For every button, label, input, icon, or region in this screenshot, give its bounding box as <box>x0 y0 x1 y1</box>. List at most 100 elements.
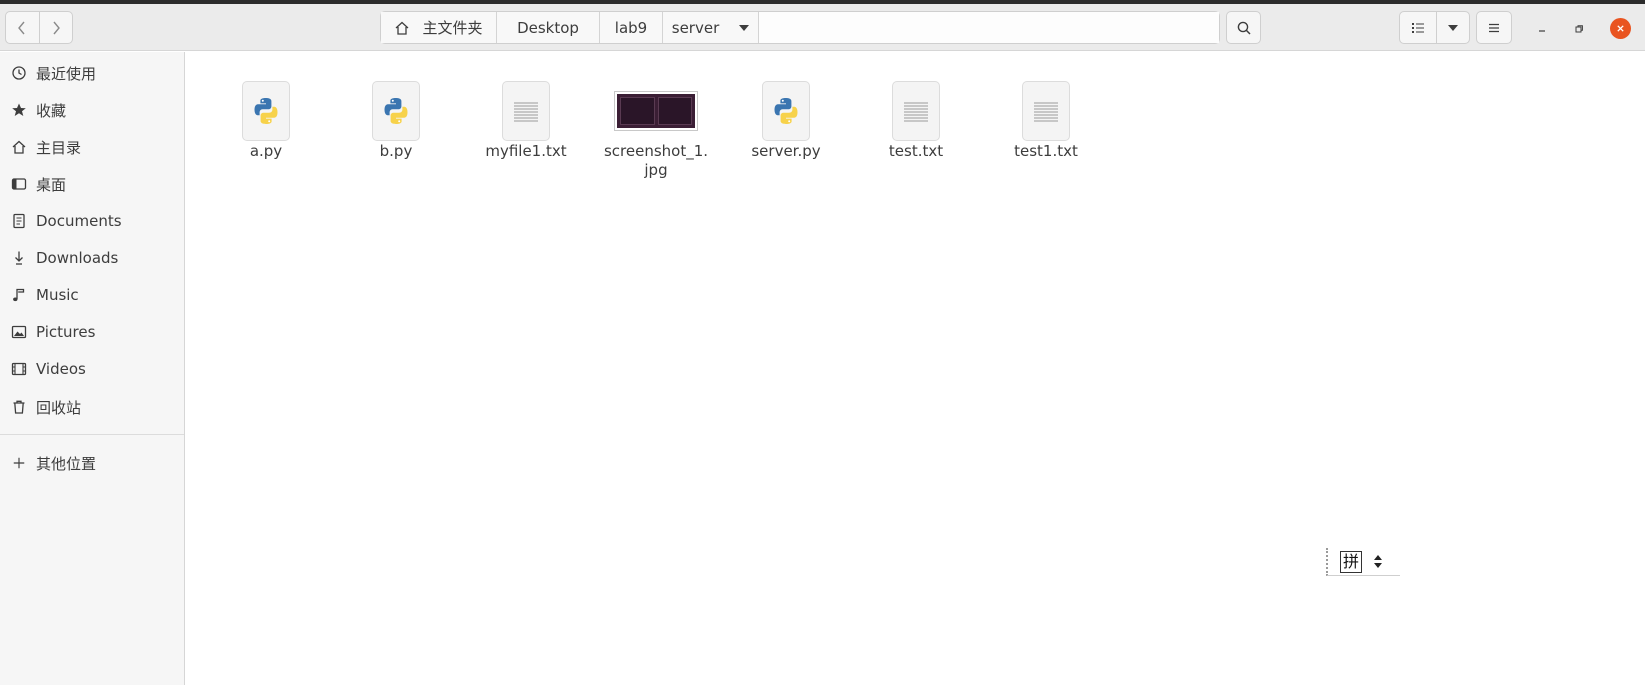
chevron-down-icon <box>1448 24 1458 31</box>
ime-mode-label: 拼 <box>1340 550 1363 573</box>
music-icon <box>10 286 28 304</box>
input-method-indicator[interactable]: 拼 <box>1326 548 1400 576</box>
sidebar-item-downloads[interactable]: Downloads <box>0 243 184 273</box>
sidebar-item-pictures[interactable]: Pictures <box>0 317 184 347</box>
preview-pane <box>620 97 655 125</box>
navigation-buttons <box>5 11 73 44</box>
sidebar-item-label: Pictures <box>36 323 96 341</box>
file-item[interactable]: a.py <box>211 82 321 161</box>
sidebar-item-label: 其他位置 <box>36 454 97 473</box>
close-icon <box>1617 25 1624 32</box>
breadcrumb-lab9[interactable]: lab9 <box>600 12 663 43</box>
python-file-icon <box>373 82 419 140</box>
breadcrumb-label: server <box>671 18 720 37</box>
file-name-line2: jpg <box>644 161 668 179</box>
file-name: myfile1.txt <box>485 142 567 160</box>
file-name: test1.txt <box>1014 142 1078 160</box>
chevron-right-icon <box>53 21 60 34</box>
recent-icon <box>10 64 28 82</box>
file-item[interactable]: server.py <box>731 82 841 161</box>
home-icon <box>10 138 28 156</box>
sidebar-item-label: 回收站 <box>36 398 82 417</box>
home-icon <box>396 21 409 35</box>
trash-icon <box>10 398 28 416</box>
file-name: screenshot_1. <box>603 142 709 160</box>
file-thumbnail <box>211 82 321 140</box>
chevron-left-icon <box>18 21 25 34</box>
view-options <box>1399 11 1470 44</box>
sidebar-item-videos[interactable]: Videos <box>0 354 184 384</box>
ime-switch-icon <box>1374 555 1383 568</box>
text-file-icon <box>1023 82 1069 140</box>
back-button[interactable] <box>6 12 39 43</box>
search-icon <box>1237 21 1251 35</box>
python-file-icon <box>763 82 809 140</box>
preview-pane <box>657 97 692 125</box>
breadcrumb-label: Desktop <box>517 18 579 37</box>
path-bar-empty <box>759 12 1219 43</box>
screenshot-preview <box>617 94 695 128</box>
sidebar-item-label: 收藏 <box>36 101 67 120</box>
forward-button[interactable] <box>38 12 73 43</box>
search-button[interactable] <box>1226 11 1261 44</box>
file-name: server.py <box>751 142 821 160</box>
maximize-button[interactable] <box>1568 18 1590 40</box>
sidebar-item-documents[interactable]: Documents <box>0 206 184 236</box>
file-item[interactable]: myfile1.txt <box>471 82 581 161</box>
file-item[interactable]: b.py <box>341 82 451 161</box>
minimize-icon <box>1539 30 1545 32</box>
file-manager-window: 主文件夹 Desktop lab9 server 最近使用 收藏 主目录 桌面 … <box>0 0 1645 685</box>
breadcrumb-label: lab9 <box>614 18 648 37</box>
file-item[interactable]: screenshot_1. jpg <box>601 82 711 180</box>
file-thumbnail <box>861 82 971 140</box>
file-thumbnail <box>471 82 581 140</box>
list-view-button[interactable] <box>1400 12 1436 43</box>
header-bar: 主文件夹 Desktop lab9 server <box>0 4 1645 51</box>
sidebar-item-label: 桌面 <box>36 175 67 194</box>
file-thumbnail <box>341 82 451 140</box>
sidebar-item-label: Downloads <box>36 249 119 267</box>
view-options-dropdown[interactable] <box>1436 12 1469 43</box>
sidebar-divider <box>0 434 184 435</box>
file-name: b.py <box>379 142 413 160</box>
downloads-icon <box>10 249 28 267</box>
breadcrumb-desktop[interactable]: Desktop <box>497 12 600 43</box>
text-file-icon <box>893 82 939 140</box>
sidebar-item-starred[interactable]: 收藏 <box>0 95 184 125</box>
sidebar-item-trash[interactable]: 回收站 <box>0 392 184 422</box>
sidebar-item-label: 主目录 <box>36 138 82 157</box>
sidebar-item-label: Music <box>36 286 79 304</box>
minimize-button[interactable] <box>1531 18 1553 40</box>
close-button[interactable] <box>1610 18 1631 39</box>
file-thumbnail <box>731 82 841 140</box>
file-view: a.py b.py myfile1.txt screenshot_1. jpg … <box>186 52 1645 685</box>
star-icon <box>10 101 28 119</box>
videos-icon <box>10 360 28 378</box>
file-thumbnail <box>601 82 711 140</box>
plus-icon <box>10 454 28 472</box>
arrow-down-icon <box>1374 563 1383 568</box>
sidebar: 最近使用 收藏 主目录 桌面 Documents Downloads Music <box>0 52 185 685</box>
documents-icon <box>10 212 28 230</box>
text-file-icon <box>503 82 549 140</box>
main-menu-button[interactable] <box>1476 11 1512 44</box>
chevron-down-icon[interactable] <box>739 24 750 31</box>
python-file-icon <box>243 82 289 140</box>
sidebar-item-home[interactable]: 主目录 <box>0 132 184 162</box>
desktop-icon <box>10 175 28 193</box>
breadcrumb-home[interactable]: 主文件夹 <box>381 12 497 43</box>
hamburger-icon <box>1489 23 1499 32</box>
sidebar-item-recent[interactable]: 最近使用 <box>0 58 184 88</box>
pictures-icon <box>10 323 28 341</box>
sidebar-item-music[interactable]: Music <box>0 280 184 310</box>
file-item[interactable]: test1.txt <box>991 82 1101 161</box>
file-name: test.txt <box>888 142 944 160</box>
sidebar-item-label: Videos <box>36 360 86 378</box>
path-bar: 主文件夹 Desktop lab9 server <box>380 11 1220 44</box>
file-item[interactable]: test.txt <box>861 82 971 161</box>
sidebar-item-other-locations[interactable]: 其他位置 <box>0 448 184 478</box>
sidebar-item-desktop[interactable]: 桌面 <box>0 169 184 199</box>
restore-icon <box>1575 25 1583 33</box>
file-name: a.py <box>249 142 283 160</box>
breadcrumb-server[interactable]: server <box>663 12 759 43</box>
